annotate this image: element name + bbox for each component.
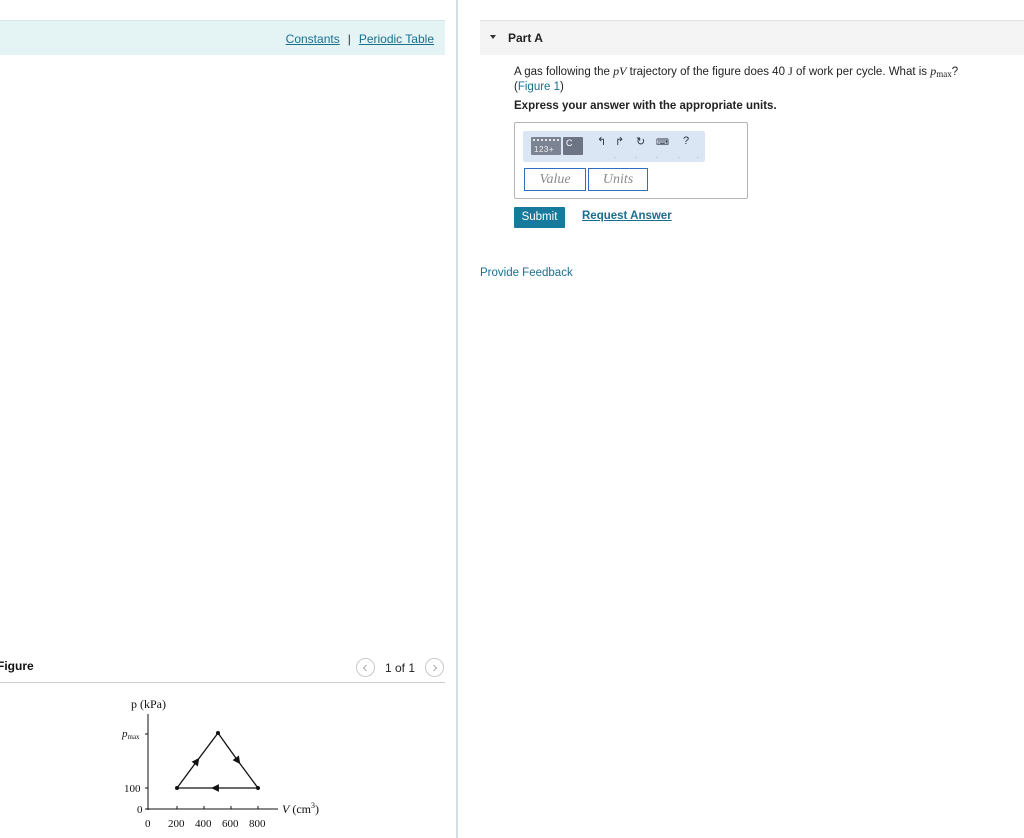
submit-button[interactable]: Submit (514, 207, 565, 228)
figure-header: Figure 1 of 1 (0, 655, 445, 683)
x-axis-label: V (cm3) (282, 801, 319, 816)
help-icon[interactable]: ? (683, 135, 689, 147)
y-tick-label: 100 (124, 783, 141, 795)
x-tick-label: 600 (222, 818, 239, 830)
units-input[interactable]: Units (588, 168, 648, 191)
y-tick-label: 0 (137, 804, 143, 816)
left-pane: Constants | Periodic Table Figure 1 of 1 (0, 0, 456, 838)
cycle-edge-down (217, 732, 241, 765)
right-pane: Part A A gas following the pV trajectory… (458, 0, 1024, 838)
link-separator: | (347, 32, 351, 46)
part-a-header[interactable]: Part A (480, 20, 1024, 55)
chevron-right-icon (432, 664, 437, 671)
value-input[interactable]: Value (524, 168, 586, 191)
figure-pager: 1 of 1 (355, 658, 444, 677)
vertex-point (256, 786, 260, 790)
provide-feedback-link[interactable]: Provide Feedback (480, 267, 573, 279)
part-title: Part A (508, 31, 543, 45)
figure-title: Figure (0, 659, 34, 673)
pager-count: 1 of 1 (384, 660, 415, 675)
keyboard-icon[interactable]: ⌨ (656, 137, 669, 148)
x-tick-label: 0 (145, 818, 151, 830)
caret-down-icon (490, 35, 496, 39)
vertex-point (216, 731, 220, 735)
y-tick-label: pmax (121, 728, 140, 741)
question-text: A gas following the pV trajectory of the… (514, 64, 959, 94)
x-tick-label: 400 (195, 818, 212, 830)
instruction-text: Express your answer with the appropriate… (514, 100, 777, 112)
x-tick-label: 200 (168, 818, 185, 830)
resources-bar: Constants | Periodic Table (0, 20, 445, 55)
chevron-left-icon (363, 664, 368, 671)
reset-icon[interactable]: ↻ (636, 135, 645, 148)
figure-1-link[interactable]: Figure 1 (518, 81, 560, 93)
request-answer-link[interactable]: Request Answer (582, 210, 672, 222)
vertex-point (175, 786, 179, 790)
redo-icon[interactable]: ↱ (615, 135, 624, 148)
unit-square-button[interactable]: C (563, 137, 583, 155)
cycle-edge-up (176, 757, 200, 789)
templates-button[interactable]: 123+ (531, 137, 561, 155)
math-toolbar: 123+ C ↰ ↱ ↻ ⌨ ? . . . . . (523, 131, 705, 162)
constants-link[interactable]: Constants (286, 32, 340, 46)
resource-links: Constants | Periodic Table (286, 32, 434, 46)
undo-icon[interactable]: ↰ (597, 135, 606, 148)
next-figure-button[interactable] (425, 658, 444, 677)
x-tick-label: 800 (249, 818, 266, 830)
prev-figure-button[interactable] (355, 658, 375, 677)
answer-box: 123+ C ↰ ↱ ↻ ⌨ ? . . . . . Value Units (514, 122, 748, 199)
pv-diagram: p (kPa) pmax 100 0 0 200 400 600 800 V (… (121, 697, 319, 830)
periodic-table-link[interactable]: Periodic Table (359, 32, 434, 46)
y-axis-label: p (kPa) (131, 697, 166, 711)
